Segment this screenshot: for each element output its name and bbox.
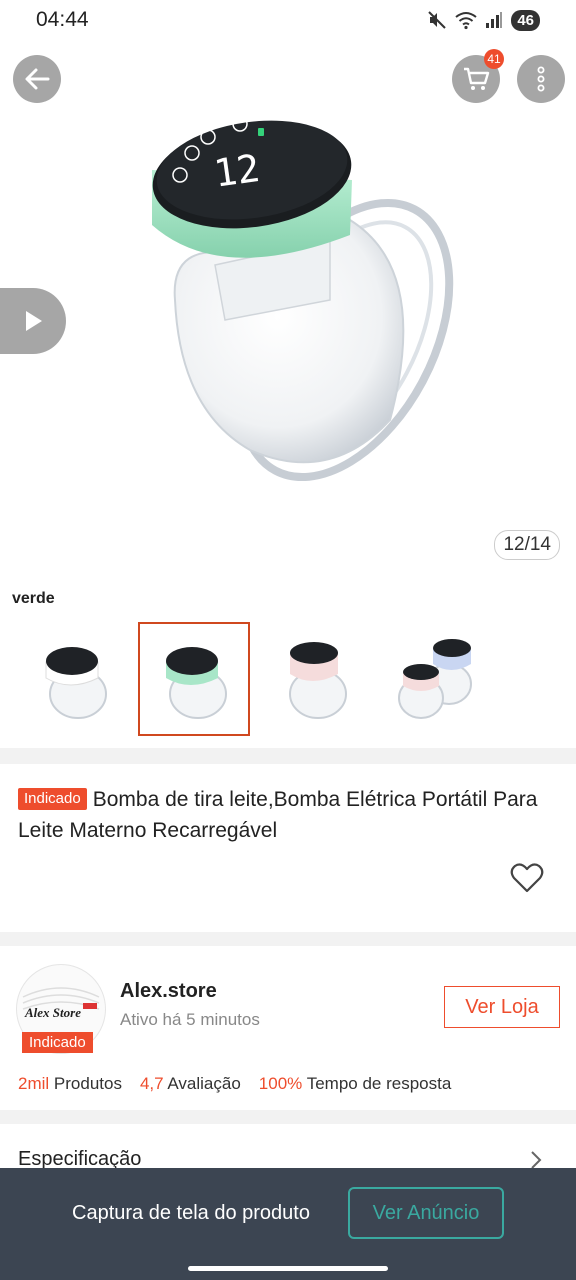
play-icon xyxy=(26,311,42,331)
product-image-gallery[interactable]: 12 41 12/14 xyxy=(0,40,576,580)
status-bar: 04:44 46 xyxy=(0,0,576,40)
store-active-status: Ativo há 5 minutos xyxy=(120,1010,260,1029)
chevron-right-icon xyxy=(531,1151,542,1169)
bottom-bar: Captura de tela do produto Ver Anúncio xyxy=(0,1168,576,1280)
battery-indicator: 46 xyxy=(511,9,540,31)
stat-response-time: 100% Tempo de resposta xyxy=(258,1074,452,1093)
svg-text:12: 12 xyxy=(211,146,262,196)
status-time: 04:44 xyxy=(36,8,89,31)
variant-thumbnails xyxy=(18,622,490,736)
stat-rating: 4,7 Avaliação xyxy=(139,1074,241,1093)
more-vertical-icon xyxy=(537,66,545,92)
thumbnail-image xyxy=(289,642,347,719)
thumbnail-image xyxy=(45,647,107,719)
more-options-button[interactable] xyxy=(517,55,565,103)
recommended-tag: Indicado xyxy=(18,788,87,810)
screenshot-product-label: Captura de tela do produto xyxy=(72,1202,310,1224)
product-title: Bomba de tira leite,Bomba Elétrica Portá… xyxy=(18,788,538,842)
variant-label: verde xyxy=(12,590,55,607)
wifi-icon xyxy=(455,12,477,30)
thumbnail-image xyxy=(166,647,227,719)
view-store-button[interactable]: Ver Loja xyxy=(444,986,560,1028)
cart-count-badge: 41 xyxy=(484,49,504,69)
product-image: 12 xyxy=(152,116,454,482)
store-stats: 2mil Produtos 4,7 Avaliação 100% Tempo d… xyxy=(18,1074,451,1094)
status-icons: 46 xyxy=(427,8,540,32)
product-title-block: Indicado Bomba de tira leite,Bomba Elétri… xyxy=(18,784,563,846)
mute-icon xyxy=(428,11,447,29)
section-divider xyxy=(0,932,576,946)
cart-button[interactable]: 41 xyxy=(452,49,504,103)
variant-thumbnail-pink-blue[interactable] xyxy=(378,622,490,736)
section-divider xyxy=(0,748,576,764)
section-divider xyxy=(0,1110,576,1124)
thumbnail-image xyxy=(398,639,472,719)
view-listing-button[interactable]: Ver Anúncio xyxy=(348,1187,504,1239)
back-button[interactable] xyxy=(13,55,61,103)
favorite-button[interactable] xyxy=(510,862,544,894)
heart-icon xyxy=(510,863,544,893)
cart-icon xyxy=(464,67,490,90)
signal-icon xyxy=(486,12,503,28)
store-recommended-tag: Indicado xyxy=(22,1032,93,1053)
store-logo-text: Alex Store xyxy=(24,1005,81,1020)
image-counter: 12/14 xyxy=(494,530,560,560)
play-video-button[interactable] xyxy=(0,288,66,354)
store-name[interactable]: Alex.store xyxy=(120,980,217,1003)
variant-thumbnail-black[interactable] xyxy=(18,622,130,736)
stat-products: 2mil Produtos xyxy=(18,1074,122,1093)
variant-thumbnail-pink[interactable] xyxy=(258,622,370,736)
variant-thumbnail-green[interactable] xyxy=(138,622,250,736)
home-indicator[interactable] xyxy=(188,1266,388,1271)
arrow-left-icon xyxy=(25,68,50,90)
